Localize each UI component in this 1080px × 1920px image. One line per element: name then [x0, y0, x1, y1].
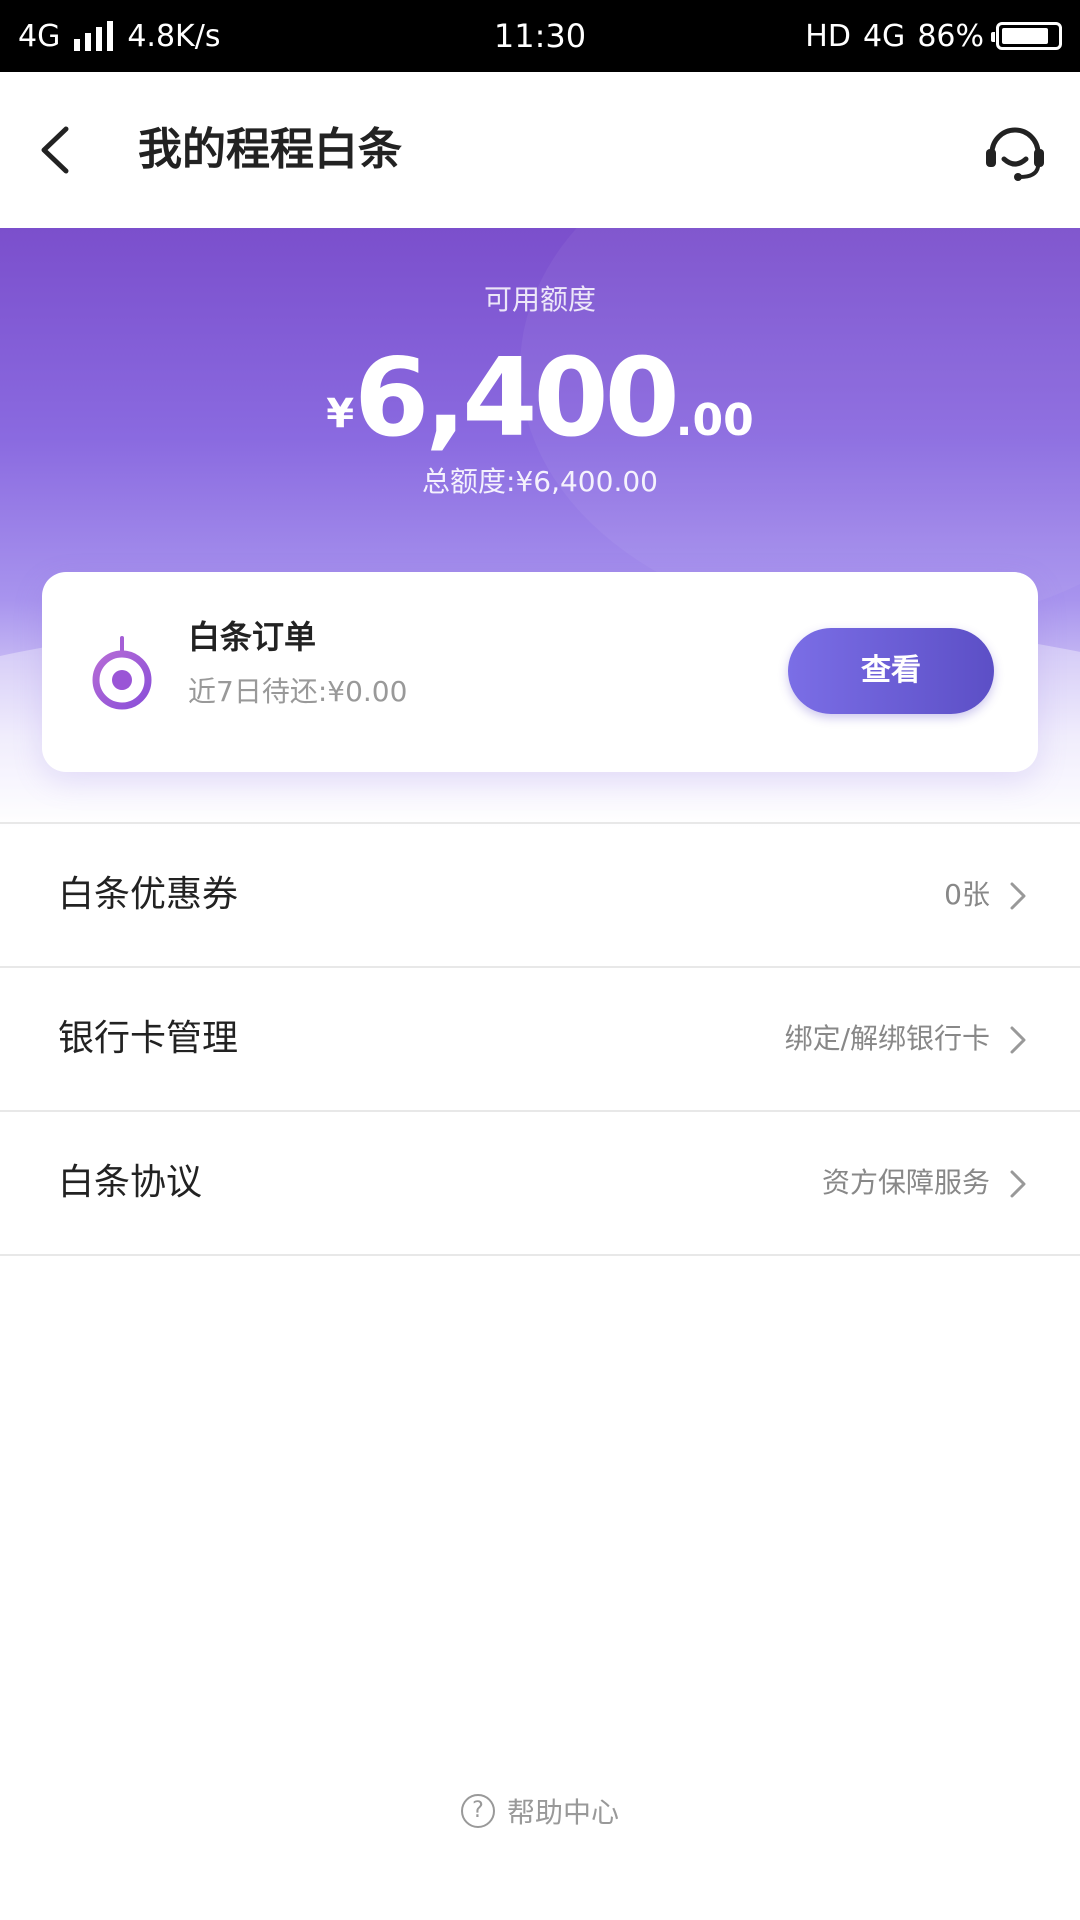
available-credit-label: 可用额度 — [483, 283, 596, 316]
battery-icon — [991, 22, 1062, 50]
headset-icon — [986, 127, 1044, 181]
help-center-link[interactable]: ? 帮助中心 — [0, 1786, 1080, 1836]
view-order-button[interactable]: 查看 — [788, 628, 994, 714]
menu-item-value: 资方保障服务 — [821, 1166, 990, 1199]
status-right: HD 4G 86% — [805, 0, 1062, 72]
hd-indicator: HD — [805, 18, 851, 54]
network-type-right: 4G — [862, 18, 906, 54]
menu-item-bank-cards[interactable]: 银行卡管理 绑定/解绑银行卡 — [0, 966, 1080, 1110]
page-title: 我的程程白条 — [138, 124, 402, 175]
menu-list: 白条优惠券 0张 银行卡管理 绑定/解绑银行卡 白条协议 资方保障服务 — [0, 822, 1080, 1256]
menu-item-label: 白条协议 — [58, 1162, 203, 1203]
order-due-amount: 近7日待还:¥0.00 — [188, 675, 408, 708]
total-credit: 总额度:¥6,400.00 — [422, 465, 658, 498]
customer-service-button[interactable] — [980, 115, 1050, 185]
nav-header: 我的程程白条 — [0, 72, 1080, 228]
battery-fill — [1002, 28, 1049, 44]
back-button[interactable] — [30, 115, 90, 185]
chevron-right-icon — [1010, 1170, 1026, 1198]
order-card: 白条订单 近7日待还:¥0.00 查看 — [42, 572, 1038, 772]
status-bar: 4G 4.8K/s 11:30 HD 4G 86% — [0, 0, 1080, 72]
battery-percent: 86% — [917, 18, 984, 54]
chevron-right-icon — [1010, 1026, 1026, 1054]
amount-integer: 6,400 — [354, 336, 680, 461]
menu-item-value: 绑定/解绑银行卡 — [784, 1022, 990, 1055]
chevron-right-icon — [1010, 882, 1026, 910]
menu-item-label: 银行卡管理 — [58, 1018, 239, 1059]
chevron-left-icon — [41, 126, 69, 174]
menu-item-agreement[interactable]: 白条协议 资方保障服务 — [0, 1110, 1080, 1256]
menu-item-value: 0张 — [944, 878, 990, 911]
order-icon — [86, 634, 158, 714]
help-center-label: 帮助中心 — [506, 1796, 619, 1829]
available-credit-amount: ¥6,400.00 — [0, 336, 1080, 461]
amount-decimal: .00 — [675, 395, 754, 446]
menu-item-label: 白条优惠券 — [58, 874, 239, 915]
order-title: 白条订单 — [188, 618, 317, 656]
question-icon: ? — [460, 1794, 495, 1828]
menu-item-coupons[interactable]: 白条优惠券 0张 — [0, 822, 1080, 966]
currency-symbol: ¥ — [326, 391, 355, 437]
